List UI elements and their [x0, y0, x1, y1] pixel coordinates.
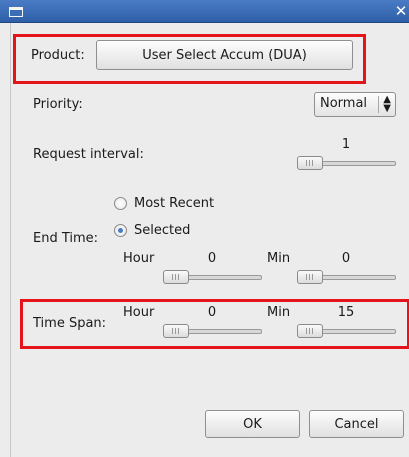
time-span-hour-value: 0	[207, 305, 217, 320]
time-span-min-label: Min	[267, 305, 291, 320]
request-interval-value: 1	[341, 137, 351, 152]
time-span-label: Time Span:	[33, 316, 107, 331]
product-button-label: User Select Accum (DUA)	[142, 47, 307, 63]
end-time-hour-label: Hour	[123, 251, 155, 266]
most-recent-label[interactable]: Most Recent	[134, 196, 214, 211]
window-icon	[9, 7, 23, 17]
time-span-min-slider-handle[interactable]	[297, 324, 323, 338]
product-label: Product:	[31, 48, 85, 63]
selected-radio[interactable]	[114, 224, 127, 237]
end-time-min-label: Min	[267, 251, 291, 266]
end-time-label: End Time:	[33, 231, 99, 246]
product-select-button[interactable]: User Select Accum (DUA)	[96, 40, 353, 70]
time-span-hour-slider-handle[interactable]	[163, 324, 189, 338]
end-time-hour-value: 0	[207, 251, 217, 266]
ok-button-label: OK	[243, 416, 262, 432]
time-span-min-value: 15	[337, 305, 355, 320]
close-icon[interactable]: ✕	[393, 3, 409, 19]
selected-label[interactable]: Selected	[134, 223, 190, 238]
cancel-button-label: Cancel	[334, 416, 379, 432]
dialog-body: Product: User Select Accum (DUA) Priorit…	[10, 23, 409, 457]
updown-arrows-icon: ▲ ▼	[383, 94, 391, 114]
request-interval-label: Request interval:	[33, 147, 144, 162]
priority-dropdown[interactable]: Normal ▲ ▼	[314, 92, 396, 117]
title-bar[interactable]: ✕	[0, 0, 409, 23]
most-recent-radio[interactable]	[114, 197, 127, 210]
end-time-min-slider-handle[interactable]	[297, 270, 323, 284]
dialog-window: ✕ Product: User Select Accum (DUA) Prior…	[0, 0, 409, 457]
priority-label: Priority:	[33, 97, 83, 112]
end-time-hour-slider-handle[interactable]	[163, 270, 189, 284]
time-span-hour-label: Hour	[123, 305, 155, 320]
dropdown-separator	[378, 96, 379, 113]
ok-button[interactable]: OK	[205, 410, 300, 438]
end-time-min-value: 0	[341, 251, 351, 266]
cancel-button[interactable]: Cancel	[309, 410, 404, 438]
priority-selected-value: Normal	[320, 96, 368, 111]
request-interval-slider-handle[interactable]	[297, 156, 323, 170]
